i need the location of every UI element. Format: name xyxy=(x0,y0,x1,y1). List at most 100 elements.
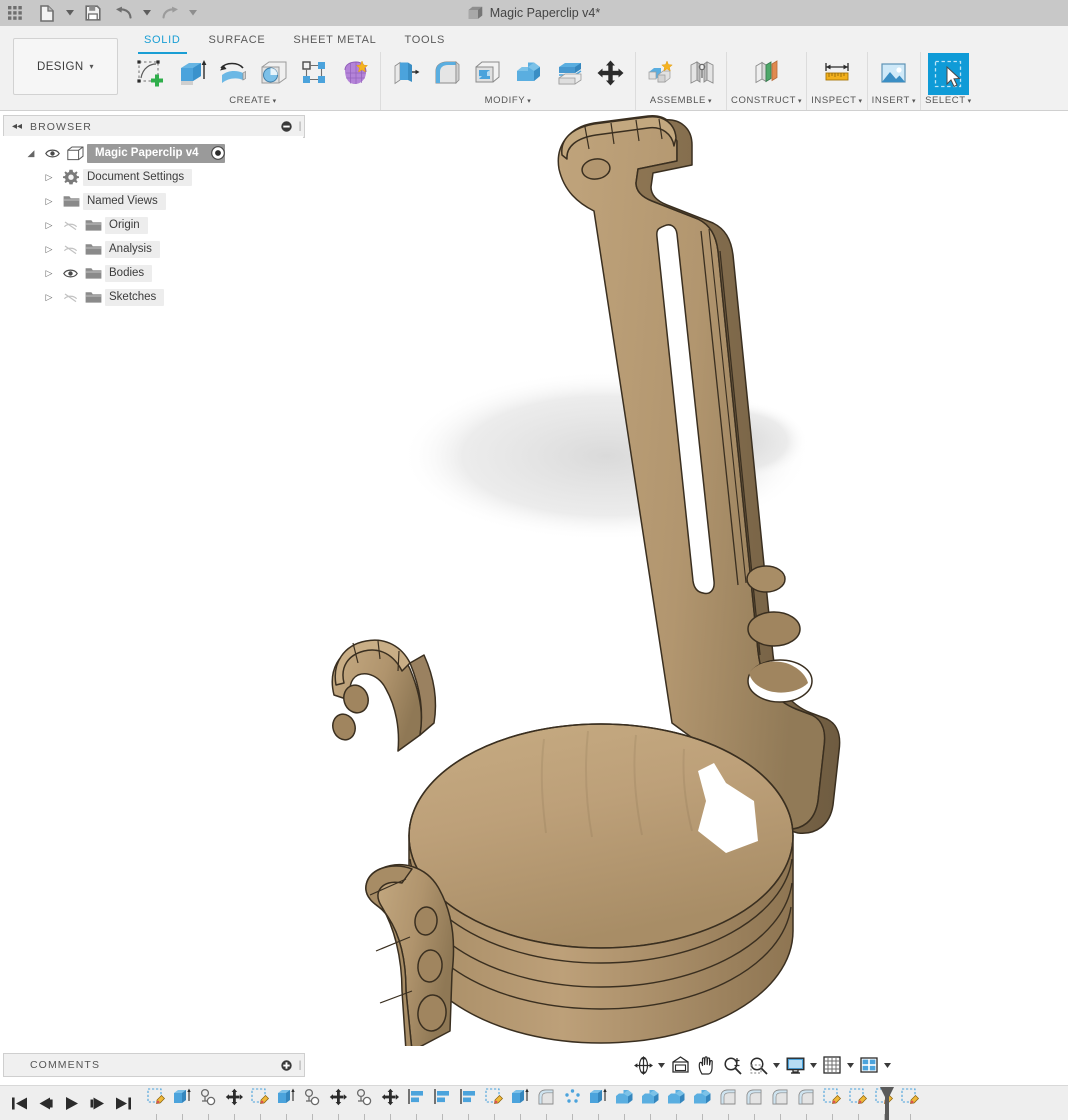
timeline-track[interactable] xyxy=(143,1086,923,1120)
expand-arrow-icon[interactable]: ▷ xyxy=(39,268,59,279)
panel-inspect-label[interactable]: INSPECT ▾ xyxy=(811,95,863,106)
timeline-extrude[interactable] xyxy=(273,1086,299,1120)
expand-arrow-icon[interactable]: ▷ xyxy=(39,244,59,255)
step-back-icon[interactable] xyxy=(32,1089,58,1119)
timeline-align[interactable] xyxy=(455,1086,481,1120)
fillet-icon[interactable] xyxy=(426,53,467,95)
tree-node-document-settings[interactable]: ▷ Document Settings xyxy=(3,165,303,189)
panel-insert-label[interactable]: INSERT ▾ xyxy=(872,95,916,106)
panel-create-label[interactable]: CREATE ▾ xyxy=(229,95,277,106)
undo-icon[interactable] xyxy=(108,0,139,26)
file-icon[interactable] xyxy=(31,0,62,26)
look-at-icon[interactable] xyxy=(667,1051,693,1079)
activate-component-radio[interactable] xyxy=(207,146,229,160)
timeline-fillet[interactable] xyxy=(715,1086,741,1120)
panel-construct-label[interactable]: CONSTRUCT ▾ xyxy=(731,95,802,106)
tab-sheet-metal[interactable]: SHEET METAL xyxy=(279,30,390,52)
timeline-fillet[interactable] xyxy=(793,1086,819,1120)
3d-viewport[interactable] xyxy=(306,111,1068,1046)
tree-node-analysis[interactable]: ▷ Analysis xyxy=(3,237,303,261)
grid-snap-icon[interactable] xyxy=(819,1051,845,1079)
display-settings-dropdown-caret-icon[interactable] xyxy=(808,1051,819,1079)
offset-plane-icon[interactable] xyxy=(746,53,787,95)
step-forward-icon[interactable] xyxy=(84,1089,110,1119)
create-sketch-icon[interactable] xyxy=(130,53,171,95)
expand-arrow-icon[interactable]: ▷ xyxy=(39,292,59,303)
redo-dropdown-caret-icon[interactable] xyxy=(185,0,200,26)
workspace-switcher-button[interactable]: DESIGN ▾ xyxy=(13,38,118,95)
viewports-dropdown-caret-icon[interactable] xyxy=(882,1051,893,1079)
expand-arrow-icon[interactable]: ▷ xyxy=(39,220,59,231)
browser-options-icon[interactable] xyxy=(276,121,296,132)
timeline-move[interactable] xyxy=(377,1086,403,1120)
file-dropdown-caret-icon[interactable] xyxy=(62,0,77,26)
expand-arrow-icon[interactable]: ▷ xyxy=(39,172,59,183)
timeline-joint[interactable] xyxy=(351,1086,377,1120)
expand-arrow-icon[interactable]: ◢ xyxy=(21,148,41,159)
new-component-icon[interactable] xyxy=(640,53,681,95)
zoom-icon[interactable] xyxy=(719,1051,745,1079)
timeline-extrude[interactable] xyxy=(507,1086,533,1120)
tab-surface[interactable]: SURFACE xyxy=(195,30,280,52)
timeline-sketch[interactable] xyxy=(845,1086,871,1120)
revolve-icon[interactable] xyxy=(212,53,253,95)
joint-icon[interactable] xyxy=(681,53,722,95)
timeline-sketch[interactable] xyxy=(897,1086,923,1120)
redo-icon[interactable] xyxy=(154,0,185,26)
timeline-fillet[interactable] xyxy=(533,1086,559,1120)
timeline-sketch[interactable] xyxy=(481,1086,507,1120)
browser-collapse-icon[interactable]: ◂◂ xyxy=(4,121,30,132)
eye-hidden-icon[interactable] xyxy=(59,292,81,303)
panel-modify-label[interactable]: MODIFY ▾ xyxy=(485,95,532,106)
add-comment-icon[interactable] xyxy=(276,1059,296,1071)
timeline-sketch[interactable] xyxy=(819,1086,845,1120)
pattern-icon[interactable] xyxy=(294,53,335,95)
tab-solid[interactable]: SOLID xyxy=(130,30,195,54)
eye-icon[interactable] xyxy=(59,268,81,279)
timeline-extrude[interactable] xyxy=(169,1086,195,1120)
tree-node-sketches[interactable]: ▷ Sketches xyxy=(3,285,303,309)
measure-icon[interactable] xyxy=(816,53,857,95)
expand-arrow-icon[interactable]: ▷ xyxy=(39,196,59,207)
timeline-move[interactable] xyxy=(221,1086,247,1120)
go-to-beginning-icon[interactable] xyxy=(6,1089,32,1119)
timeline-combine[interactable] xyxy=(689,1086,715,1120)
app-grid-icon[interactable] xyxy=(0,0,31,26)
orbit-icon[interactable] xyxy=(630,1051,656,1079)
shell-icon[interactable] xyxy=(467,53,508,95)
fit-icon[interactable] xyxy=(745,1051,771,1079)
timeline-align[interactable] xyxy=(403,1086,429,1120)
insert-image-icon[interactable] xyxy=(873,53,914,95)
viewports-icon[interactable] xyxy=(856,1051,882,1079)
split-face-icon[interactable] xyxy=(549,53,590,95)
orbit-dropdown-caret-icon[interactable] xyxy=(656,1051,667,1079)
timeline-sketch[interactable] xyxy=(143,1086,169,1120)
fit-dropdown-caret-icon[interactable] xyxy=(771,1051,782,1079)
select-icon[interactable] xyxy=(927,53,969,95)
tree-node-root[interactable]: ◢ Magic Paperclip v4 xyxy=(3,141,303,165)
eye-hidden-icon[interactable] xyxy=(59,220,81,231)
save-icon[interactable] xyxy=(77,0,108,26)
extrude-icon[interactable] xyxy=(171,53,212,95)
timeline-playhead[interactable] xyxy=(879,1086,895,1120)
tree-node-named-views[interactable]: ▷ Named Views xyxy=(3,189,303,213)
play-icon[interactable] xyxy=(58,1089,84,1119)
timeline-joint[interactable] xyxy=(195,1086,221,1120)
timeline-pattern[interactable] xyxy=(559,1086,585,1120)
comments-grip-handle[interactable]: | xyxy=(296,1060,304,1071)
move-copy-icon[interactable] xyxy=(590,53,631,95)
tree-node-bodies[interactable]: ▷ Bodies xyxy=(3,261,303,285)
grid-snap-dropdown-caret-icon[interactable] xyxy=(845,1051,856,1079)
eye-hidden-icon[interactable] xyxy=(59,244,81,255)
eye-icon[interactable] xyxy=(41,148,63,159)
timeline-sketch[interactable] xyxy=(247,1086,273,1120)
timeline-fillet[interactable] xyxy=(741,1086,767,1120)
panel-select-label[interactable]: SELECT ▾ xyxy=(925,95,972,106)
go-to-end-icon[interactable] xyxy=(110,1089,136,1119)
browser-grip-handle[interactable]: | xyxy=(296,121,304,132)
press-pull-icon[interactable] xyxy=(385,53,426,95)
timeline-combine[interactable] xyxy=(611,1086,637,1120)
timeline-fillet[interactable] xyxy=(767,1086,793,1120)
timeline-combine[interactable] xyxy=(663,1086,689,1120)
timeline-extrude[interactable] xyxy=(585,1086,611,1120)
